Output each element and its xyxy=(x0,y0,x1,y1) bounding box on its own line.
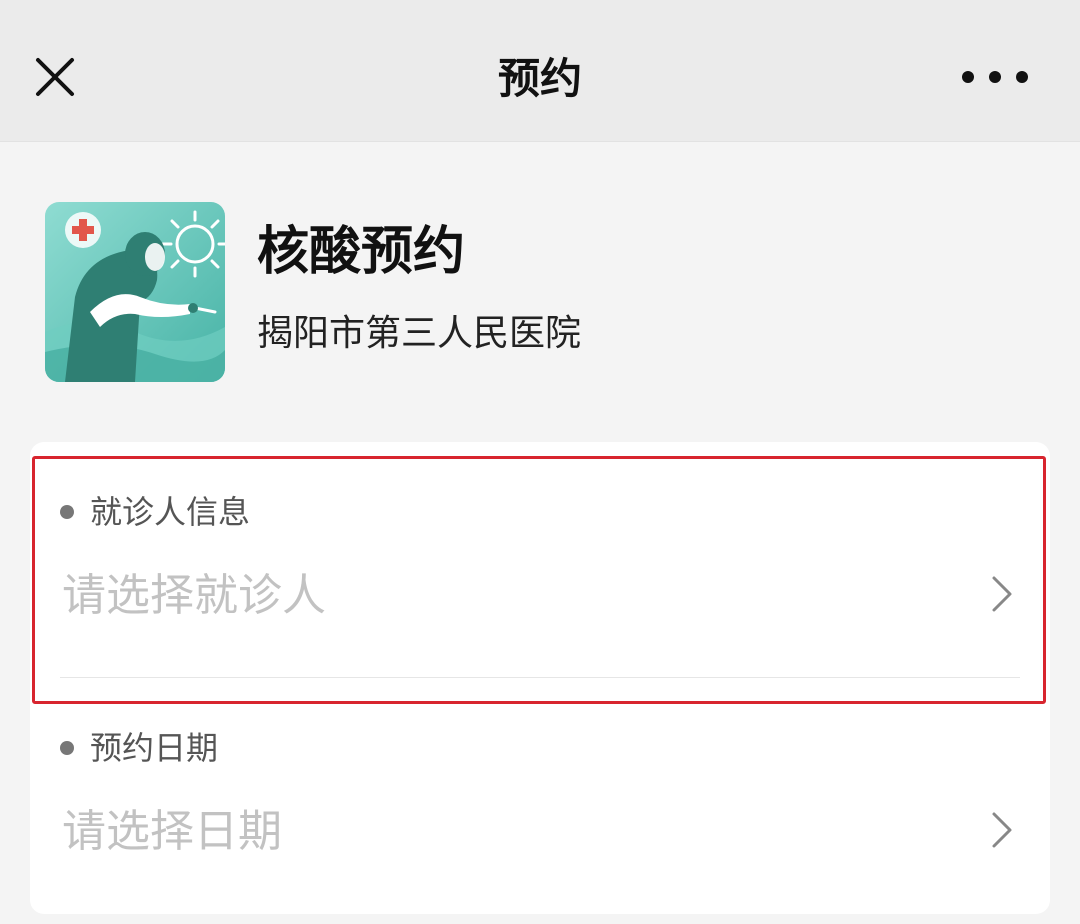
bullet-dot-icon xyxy=(60,505,74,519)
more-icon[interactable] xyxy=(950,62,1040,92)
select-date-placeholder: 请选择日期 xyxy=(62,806,282,857)
select-patient-row[interactable]: 请选择就诊人 xyxy=(30,550,1050,640)
date-section-label: 预约日期 xyxy=(60,728,218,768)
select-patient-placeholder: 请选择就诊人 xyxy=(62,570,326,621)
bullet-dot-icon xyxy=(60,741,74,755)
patient-section-label: 就诊人信息 xyxy=(60,492,250,532)
navbar: 预约 xyxy=(0,0,1080,142)
nucleic-test-logo xyxy=(45,202,225,382)
service-name: 核酸预约 xyxy=(257,222,466,282)
patient-label-text: 就诊人信息 xyxy=(90,493,251,531)
patient-section: 就诊人信息 请选择就诊人 xyxy=(30,442,1050,678)
chevron-right-icon xyxy=(990,810,1014,850)
chevron-right-icon xyxy=(990,574,1014,614)
select-date-row[interactable]: 请选择日期 xyxy=(30,786,1050,876)
appointment-form-card: 就诊人信息 请选择就诊人 预约日期 请选择日期 xyxy=(30,442,1050,914)
date-section: 预约日期 请选择日期 xyxy=(30,678,1050,914)
date-label-text: 预约日期 xyxy=(90,729,219,767)
hospital-name: 揭阳市第三人民医院 xyxy=(257,313,582,354)
service-header: 核酸预约 揭阳市第三人民医院 xyxy=(45,202,1035,382)
page-title: 预约 xyxy=(497,54,582,103)
